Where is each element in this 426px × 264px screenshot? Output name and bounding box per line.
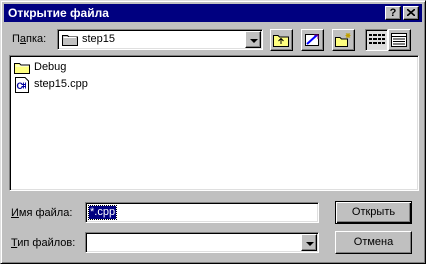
- chevron-down-icon: [306, 242, 314, 246]
- filename-input[interactable]: *.cpp: [85, 202, 319, 223]
- file-name: Debug: [34, 61, 67, 73]
- filetype-label: Тип файлов:: [11, 237, 76, 249]
- open-file-dialog: Открытие файла ? Папка: step15 Debug C s…: [0, 0, 426, 264]
- filetype-combobox[interactable]: [85, 232, 319, 253]
- cancel-button-label: Отмена: [353, 236, 394, 248]
- cpp-file-icon: C: [15, 77, 29, 93]
- chevron-down-icon: [250, 39, 258, 43]
- up-one-level-icon: [273, 35, 289, 47]
- cancel-button[interactable]: Отмена: [335, 231, 412, 254]
- filename-label: Имя файла:: [11, 207, 73, 219]
- up-one-level-button[interactable]: [270, 29, 293, 51]
- close-button[interactable]: [403, 6, 419, 20]
- filename-value: *.cpp: [87, 205, 118, 220]
- help-button[interactable]: ?: [385, 6, 401, 20]
- dialog-title: Открытие файла: [8, 6, 109, 20]
- folder-icon: [62, 35, 78, 46]
- open-button[interactable]: Открыть: [335, 201, 412, 224]
- svg-text:C: C: [17, 81, 24, 91]
- title-bar[interactable]: Открытие файла ?: [4, 4, 422, 22]
- lookin-dropdown-button[interactable]: [245, 31, 261, 48]
- open-button-label: Открыть: [351, 206, 396, 218]
- desktop-icon: [305, 34, 319, 46]
- list-view-icon: [369, 34, 385, 44]
- close-icon: [406, 8, 416, 17]
- new-folder-icon: [335, 33, 351, 47]
- list-view-button[interactable]: [365, 29, 388, 51]
- lookin-combobox[interactable]: step15: [57, 29, 263, 50]
- lookin-label: Папка:: [12, 33, 47, 45]
- lookin-value: step15: [82, 33, 116, 45]
- details-view-icon: [391, 33, 407, 47]
- filetype-dropdown-button[interactable]: [301, 234, 317, 251]
- file-name: step15.cpp: [34, 78, 88, 90]
- folder-icon: [14, 63, 30, 74]
- new-folder-button[interactable]: [332, 29, 355, 51]
- details-view-button[interactable]: [388, 29, 411, 51]
- desktop-button[interactable]: [301, 29, 324, 51]
- file-list[interactable]: Debug C step15.cpp: [9, 55, 419, 191]
